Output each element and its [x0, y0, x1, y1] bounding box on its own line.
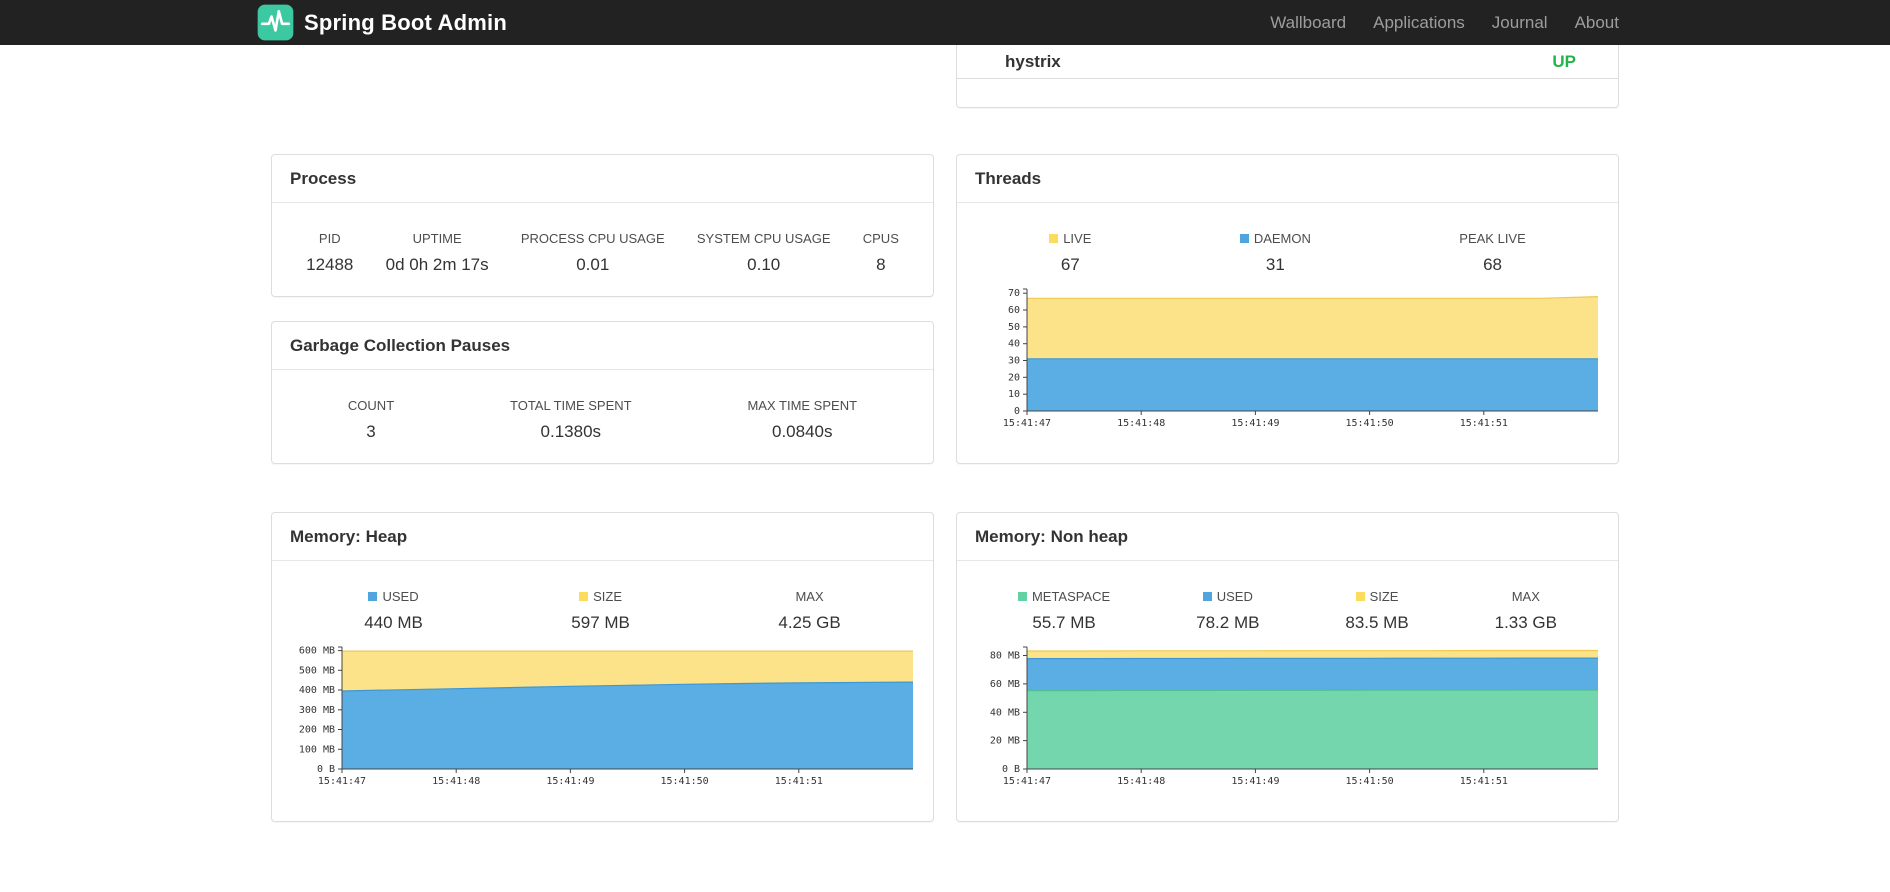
process-stats: PID 12488 UPTIME 0d 0h 2m 17s PROCESS CP… — [272, 203, 933, 275]
svg-text:15:41:51: 15:41:51 — [1460, 776, 1508, 787]
svg-text:400 MB: 400 MB — [299, 685, 335, 696]
svg-text:15:41:51: 15:41:51 — [775, 776, 823, 787]
threads-panel-title: Threads — [957, 155, 1618, 203]
heap-used-swatch-icon — [368, 592, 378, 601]
gc-panel-title: Garbage Collection Pauses — [272, 322, 933, 370]
stat-process-cpu-usage: PROCESS CPU USAGE 0.01 — [520, 231, 665, 274]
svg-text:80 MB: 80 MB — [990, 651, 1020, 662]
right-column: hystrix UP Threads LIVE 67 DAEMON 31 PEA… — [956, 45, 1619, 822]
memory-heap-panel-title: Memory: Heap — [272, 513, 933, 561]
stat-heap-used: USED 440 MB — [364, 589, 423, 632]
heap-size-swatch-icon — [579, 592, 589, 601]
metaspace-swatch-icon — [1017, 592, 1027, 601]
live-swatch-icon — [1049, 234, 1059, 243]
application-status-badge: UP — [1552, 51, 1576, 71]
svg-text:40 MB: 40 MB — [990, 707, 1020, 718]
nav-links: Wallboard Applications Journal About — [1270, 13, 1619, 33]
stat-uptime: UPTIME 0d 0h 2m 17s — [385, 231, 489, 274]
threads-chart: 0 10 20 30 40 50 60 70 15:41:47 15:41:48 15:41:49 1… — [965, 283, 1606, 433]
stat-nonheap-max: MAX 1.33 GB — [1494, 589, 1557, 632]
stat-pid: PID 12488 — [306, 231, 354, 274]
svg-text:15:41:50: 15:41:50 — [1346, 776, 1394, 787]
memory-heap-chart: 0 B 100 MB 200 MB 300 MB 400 MB 500 MB 600 MB 1… — [280, 641, 921, 791]
stat-gc-max-time: MAX TIME SPENT 0.0840s — [747, 398, 858, 441]
stat-gc-total-time: TOTAL TIME SPENT 0.1380s — [510, 398, 632, 441]
nav-item-applications[interactable]: Applications — [1373, 13, 1465, 33]
svg-text:0 B: 0 B — [1002, 764, 1020, 775]
spring-boot-admin-logo-icon — [257, 4, 294, 41]
area-USED — [342, 682, 913, 769]
threads-panel: Threads LIVE 67 DAEMON 31 PEAK LIVE 68 0… — [956, 154, 1619, 464]
nonheap-used-swatch-icon — [1202, 592, 1212, 601]
svg-text:10: 10 — [1008, 389, 1020, 400]
brand-title: Spring Boot Admin — [304, 9, 508, 35]
nonheap-size-swatch-icon — [1355, 592, 1365, 601]
svg-text:15:41:50: 15:41:50 — [661, 776, 709, 787]
svg-text:15:41:48: 15:41:48 — [1117, 776, 1165, 787]
stat-heap-size: SIZE 597 MB — [571, 589, 630, 632]
area-DAEMON — [1027, 358, 1598, 411]
svg-text:30: 30 — [1008, 356, 1020, 367]
svg-text:0: 0 — [1014, 406, 1020, 417]
memory-nonheap-chart: 0 B 20 MB 40 MB 60 MB 80 MB 15:41:47 15:41:48 1… — [965, 641, 1606, 791]
svg-text:15:41:49: 15:41:49 — [1231, 776, 1279, 787]
stat-system-cpu-usage: SYSTEM CPU USAGE 0.10 — [696, 231, 831, 274]
daemon-swatch-icon — [1239, 234, 1249, 243]
svg-text:15:41:51: 15:41:51 — [1460, 418, 1508, 429]
main-content: Process PID 12488 UPTIME 0d 0h 2m 17s PR… — [271, 45, 1619, 822]
gc-stats: COUNT 3 TOTAL TIME SPENT 0.1380s MAX TIM… — [272, 370, 933, 442]
svg-text:15:41:49: 15:41:49 — [546, 776, 594, 787]
svg-text:0 B: 0 B — [317, 764, 335, 775]
stat-nonheap-metaspace: METASPACE 55.7 MB — [1017, 589, 1110, 633]
stat-threads-peak-live: PEAK LIVE 68 — [1459, 231, 1526, 274]
svg-text:50: 50 — [1008, 322, 1020, 333]
memory-heap-legend: USED 440 MB SIZE 597 MB MAX 4.25 GB — [272, 561, 933, 633]
stat-nonheap-size: SIZE 83.5 MB — [1345, 589, 1409, 632]
threads-legend: LIVE 67 DAEMON 31 PEAK LIVE 68 — [957, 203, 1618, 275]
process-panel-title: Process — [272, 155, 933, 203]
svg-text:200 MB: 200 MB — [299, 725, 335, 736]
svg-text:40: 40 — [1008, 339, 1020, 350]
svg-text:15:41:47: 15:41:47 — [1003, 776, 1051, 787]
area-METASPACE — [1027, 690, 1598, 769]
svg-text:600 MB: 600 MB — [299, 646, 335, 657]
panel-grid: Process PID 12488 UPTIME 0d 0h 2m 17s PR… — [271, 45, 1619, 822]
navbar: Spring Boot Admin Wallboard Applications… — [0, 0, 1890, 45]
svg-text:100 MB: 100 MB — [299, 744, 335, 755]
svg-text:20: 20 — [1008, 372, 1020, 383]
svg-text:60 MB: 60 MB — [990, 679, 1020, 690]
svg-text:500 MB: 500 MB — [299, 665, 335, 676]
application-status-panel: hystrix UP — [956, 45, 1619, 108]
gc-pauses-panel: Garbage Collection Pauses COUNT 3 TOTAL … — [271, 321, 934, 464]
stat-threads-live: LIVE 67 — [1049, 231, 1091, 275]
stat-threads-daemon: DAEMON 31 — [1239, 231, 1311, 275]
brand[interactable]: Spring Boot Admin — [257, 4, 507, 41]
svg-text:15:41:50: 15:41:50 — [1346, 418, 1394, 429]
svg-text:300 MB: 300 MB — [299, 705, 335, 716]
stat-nonheap-used: USED 78.2 MB — [1196, 589, 1260, 632]
memory-nonheap-legend: METASPACE 55.7 MB USED 78.2 MB SIZE 83.5… — [957, 561, 1618, 633]
nav-item-journal[interactable]: Journal — [1492, 13, 1548, 33]
nav-item-about[interactable]: About — [1575, 13, 1619, 33]
application-name[interactable]: hystrix — [1005, 52, 1061, 72]
navbar-inner: Spring Boot Admin Wallboard Applications… — [257, 4, 1619, 41]
svg-text:15:41:49: 15:41:49 — [1231, 418, 1279, 429]
stat-heap-max: MAX 4.25 GB — [778, 589, 841, 632]
process-panel: Process PID 12488 UPTIME 0d 0h 2m 17s PR… — [271, 154, 934, 297]
svg-text:15:41:47: 15:41:47 — [318, 776, 366, 787]
svg-text:15:41:47: 15:41:47 — [1003, 418, 1051, 429]
memory-heap-panel: Memory: Heap USED 440 MB SIZE 597 MB MAX… — [271, 512, 934, 822]
stat-cpus: CPUS 8 — [862, 231, 899, 274]
memory-nonheap-panel: Memory: Non heap METASPACE 55.7 MB USED … — [956, 512, 1619, 822]
svg-text:20 MB: 20 MB — [990, 736, 1020, 747]
svg-text:60: 60 — [1008, 305, 1020, 316]
left-column: Process PID 12488 UPTIME 0d 0h 2m 17s PR… — [271, 45, 934, 822]
svg-text:70: 70 — [1008, 288, 1020, 299]
stat-gc-count: COUNT 3 — [347, 398, 395, 441]
application-row: hystrix UP — [957, 45, 1618, 79]
nav-item-wallboard[interactable]: Wallboard — [1270, 13, 1346, 33]
memory-nonheap-panel-title: Memory: Non heap — [957, 513, 1618, 561]
svg-text:15:41:48: 15:41:48 — [432, 776, 480, 787]
svg-text:15:41:48: 15:41:48 — [1117, 418, 1165, 429]
